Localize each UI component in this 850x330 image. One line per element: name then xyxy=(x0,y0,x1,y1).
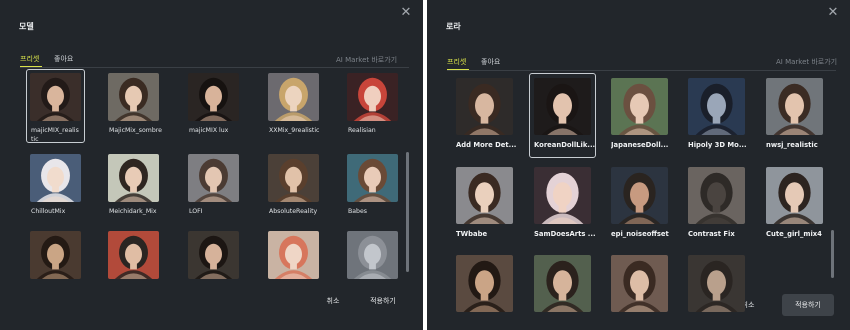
card-title: MajicMix_sombre xyxy=(109,127,162,134)
card-title: Contrast Fix xyxy=(688,230,735,238)
thumbnail-image xyxy=(268,73,319,121)
ai-market-link[interactable]: AI Market 바로가기 xyxy=(336,55,397,65)
card-title: Cute_girl_mix4 xyxy=(766,230,822,238)
tab-divider xyxy=(447,70,836,71)
card-title: LOFI xyxy=(189,208,203,215)
card-title: SamDoesArts ... xyxy=(534,230,596,238)
tab-favorites[interactable]: 좋아요 xyxy=(481,57,500,67)
thumbnail-image xyxy=(188,231,239,279)
thumbnail-image xyxy=(688,78,745,135)
tab-presets[interactable]: 프리셋 xyxy=(447,57,466,67)
thumbnail-image xyxy=(108,73,159,121)
tab-favorites[interactable]: 좋아요 xyxy=(54,54,73,64)
thumbnail-image xyxy=(30,154,81,202)
card-title: Babes xyxy=(348,208,367,215)
card-title: Hipoly 3D Mo... xyxy=(688,141,747,149)
card-title: KoreanDollLik... xyxy=(534,141,596,149)
lora-selection-dialog: 로라 ✕ 프리셋 좋아요 AI Market 바로가기 취소 적용하기 Add … xyxy=(427,0,850,330)
thumbnail-image xyxy=(611,78,668,135)
apply-button[interactable]: 적용하기 xyxy=(782,294,834,316)
card-title: ChilloutMix xyxy=(31,208,66,215)
card-title: nwsj_realistic xyxy=(766,141,818,149)
thumbnail-image xyxy=(534,78,591,135)
thumbnail-image xyxy=(30,73,81,121)
thumbnail-image xyxy=(30,231,81,279)
close-icon[interactable]: ✕ xyxy=(399,6,413,20)
thumbnail-image xyxy=(347,73,398,121)
model-selection-dialog: 모델 ✕ 프리셋 좋아요 AI Market 바로가기 취소 적용하기 maji… xyxy=(0,0,423,330)
thumbnail-image xyxy=(611,167,668,224)
thumbnail-image xyxy=(611,255,668,312)
thumbnail-image xyxy=(108,154,159,202)
card-title: epi_noiseoffset xyxy=(611,230,669,238)
scrollbar-thumb[interactable] xyxy=(406,152,409,272)
dialog-title: 로라 xyxy=(446,22,461,31)
thumbnail-image xyxy=(188,73,239,121)
card-title: AbsoluteReality xyxy=(269,208,318,215)
thumbnail-image xyxy=(688,167,745,224)
thumbnail-image xyxy=(347,231,398,279)
thumbnail-image xyxy=(347,154,398,202)
dialog-title: 모델 xyxy=(19,22,34,31)
close-icon[interactable]: ✕ xyxy=(826,6,840,20)
thumbnail-image xyxy=(456,78,513,135)
thumbnail-image xyxy=(268,231,319,279)
card-title: Add More Det... xyxy=(456,141,517,149)
thumbnail-image xyxy=(456,255,513,312)
card-title: JapaneseDoll... xyxy=(611,141,669,149)
card-title: majicMIX lux xyxy=(189,127,229,134)
thumbnail-image xyxy=(188,154,239,202)
thumbnail-image xyxy=(268,154,319,202)
scrollbar-thumb[interactable] xyxy=(831,230,834,278)
card-title: XXMix_9realistic xyxy=(269,127,320,134)
tab-divider xyxy=(20,67,409,68)
ai-market-link[interactable]: AI Market 바로가기 xyxy=(776,57,837,67)
card-title-line2: tic xyxy=(31,136,39,143)
card-title: Meichidark_Mix xyxy=(109,208,157,215)
thumbnail-image xyxy=(534,255,591,312)
thumbnail-image xyxy=(766,167,823,224)
thumbnail-image xyxy=(108,231,159,279)
thumbnail-image xyxy=(456,167,513,224)
thumbnail-image xyxy=(766,78,823,135)
thumbnail-image xyxy=(688,255,745,312)
card-title: majicMIX_realis xyxy=(31,127,79,134)
card-title: TWbabe xyxy=(456,230,488,238)
cancel-button[interactable]: 취소 xyxy=(318,293,348,309)
thumbnail-image xyxy=(534,167,591,224)
tab-presets[interactable]: 프리셋 xyxy=(20,54,39,64)
card-title: Realisian xyxy=(348,127,376,134)
